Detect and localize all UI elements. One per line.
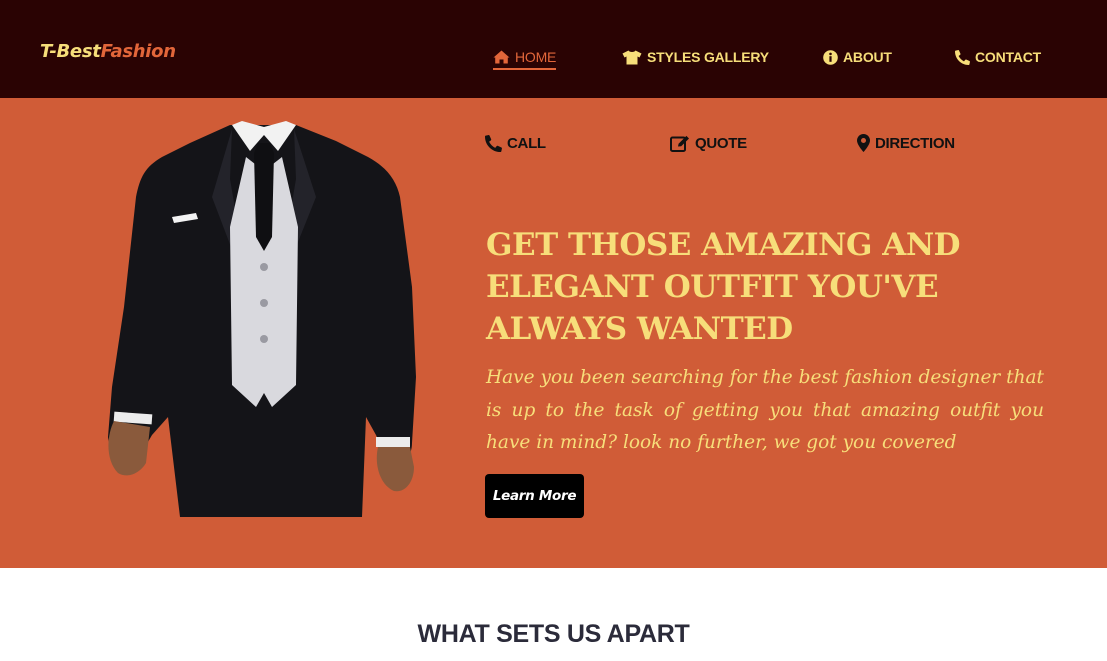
action-quote[interactable]: QUOTE xyxy=(670,133,747,153)
hero-lead-text: Have you been searching for the best fas… xyxy=(486,367,1044,453)
nav-styles-gallery[interactable]: STYLES GALLERY xyxy=(622,46,769,68)
action-quote-label: QUOTE xyxy=(695,134,747,152)
active-underline xyxy=(493,68,557,70)
nav-contact-label: CONTACT xyxy=(975,49,1041,65)
action-call[interactable]: CALL xyxy=(485,133,546,153)
tshirt-icon xyxy=(622,50,642,64)
edit-icon xyxy=(670,135,689,152)
nav-home[interactable]: HOME xyxy=(493,46,557,70)
brand-part-2: Fashion xyxy=(100,41,176,62)
phone-icon xyxy=(955,49,970,65)
nav-about-label: ABOUT xyxy=(843,49,892,65)
navbar: T-BestFashion HOME STYLES GALLERY ABOUT … xyxy=(0,0,1107,98)
nav-about[interactable]: ABOUT xyxy=(823,46,892,68)
learn-more-button[interactable]: Learn More xyxy=(485,474,584,518)
map-marker-icon xyxy=(857,134,870,152)
phone-icon xyxy=(485,134,502,152)
brand-part-1: T-Best xyxy=(40,41,101,62)
nav-home-label: HOME xyxy=(515,49,557,65)
action-direction[interactable]: DIRECTION xyxy=(857,133,955,153)
brand-logo[interactable]: T-BestFashion xyxy=(40,41,176,62)
action-direction-label: DIRECTION xyxy=(875,134,955,152)
nav-contact[interactable]: CONTACT xyxy=(955,46,1041,68)
info-circle-icon xyxy=(823,49,838,65)
nav-styles-label: STYLES GALLERY xyxy=(647,49,769,65)
home-icon xyxy=(493,50,510,64)
suit-model-image xyxy=(108,121,416,517)
action-call-label: CALL xyxy=(507,134,546,152)
section-title: WHAT SETS US APART xyxy=(417,620,690,648)
hero-headline: GET THOSE AMAZING AND ELEGANT OUTFIT YOU… xyxy=(486,227,961,347)
